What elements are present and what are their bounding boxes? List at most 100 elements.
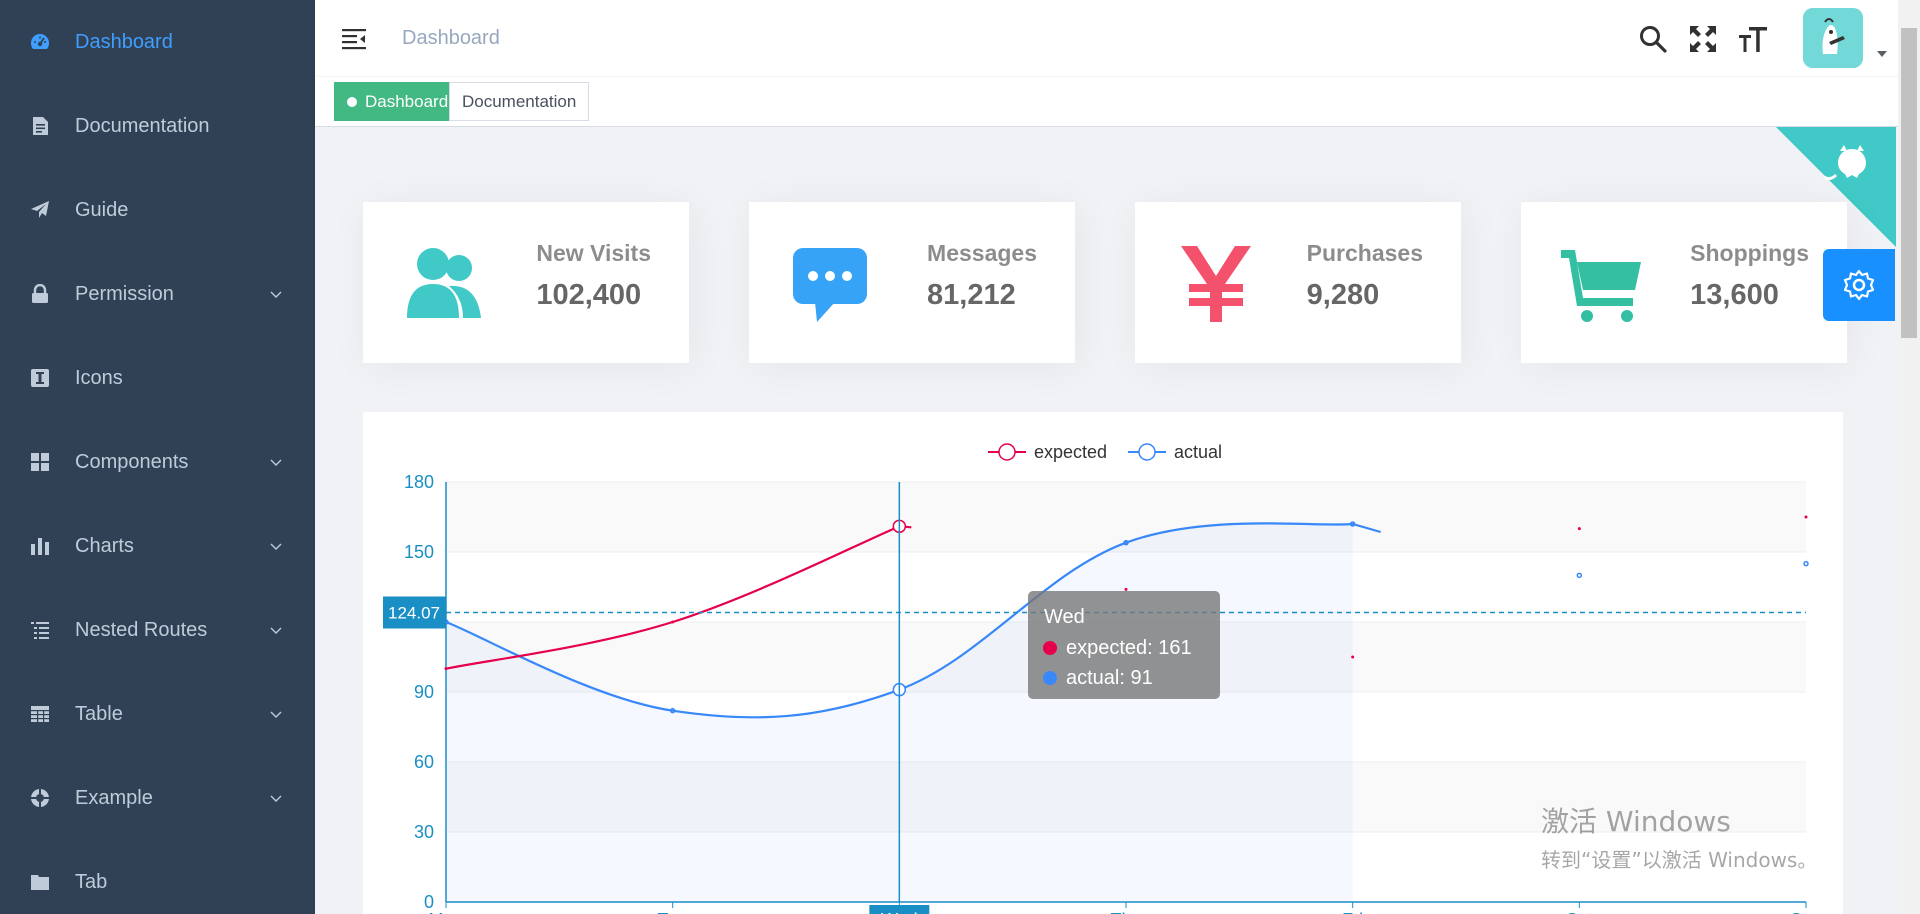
x-tick-label: Fri: [1342, 910, 1363, 914]
y-tick-label: 180: [404, 472, 434, 492]
legend-item-expected[interactable]: expected: [988, 442, 1107, 462]
chevron-down-icon: [270, 795, 282, 802]
card-title: Purchases: [1306, 240, 1423, 266]
card-text: Messages 81,212: [927, 240, 1037, 312]
windows-activation-watermark: 激活 Windows 转到“设置”以激活 Windows。: [1541, 800, 1817, 873]
y-tick-label: 60: [414, 752, 434, 772]
tooltip-row: actual: 91: [1066, 667, 1153, 689]
card-value: 102,400: [536, 279, 642, 311]
card-text: Shoppings 13,600: [1690, 240, 1809, 312]
sidebar-item-icons[interactable]: Icons: [0, 336, 315, 420]
app-root: Dashboard Documentation Guide Permission Ico…: [0, 0, 1920, 914]
expected-point: [671, 620, 675, 624]
tooltip-row: expected: 161: [1066, 637, 1192, 659]
tag-dashboard[interactable]: Dashboard: [334, 82, 462, 121]
sidebar-item-documentation[interactable]: Documentation: [0, 84, 315, 168]
tab-icon: [30, 872, 50, 892]
tag-label: Documentation: [462, 91, 577, 111]
component-icon: [30, 452, 50, 472]
y-tick-label: 150: [404, 542, 434, 562]
chevron-down-icon: [270, 459, 282, 466]
sidebar-item-example[interactable]: Example: [0, 756, 315, 840]
card-title: New Visits: [536, 240, 651, 266]
avatar-caret-icon[interactable]: [1876, 50, 1888, 58]
card-title: Shoppings: [1690, 240, 1809, 266]
card-title: Messages: [927, 240, 1037, 266]
sidebar-item-table[interactable]: Table: [0, 672, 315, 756]
tooltip-marker: [1043, 641, 1057, 655]
legend-label: actual: [1174, 442, 1222, 462]
tag-documentation[interactable]: Documentation: [449, 82, 590, 121]
table-icon: [30, 704, 50, 724]
scrollbar[interactable]: [1898, 0, 1920, 914]
scrollbar-thumb[interactable]: [1901, 28, 1917, 338]
lock-icon: [30, 284, 50, 304]
sidebar-item-components[interactable]: Components: [0, 420, 315, 504]
chart-icon: [30, 536, 50, 556]
card-messages[interactable]: Messages 81,212: [749, 202, 1075, 363]
sidebar-item-label: Example: [75, 786, 153, 809]
gear-icon: [1843, 269, 1875, 301]
right-menu: [1620, 0, 1920, 77]
search-icon[interactable]: [1638, 24, 1668, 54]
y-tick-label: 30: [414, 822, 434, 842]
active-dot: [347, 96, 357, 107]
card-value: 81,212: [927, 279, 1016, 311]
chevron-down-icon: [270, 291, 282, 298]
card-new-visits[interactable]: New Visits 102,400: [363, 202, 689, 363]
tag-label: Dashboard: [365, 91, 449, 111]
nested-icon: [30, 620, 50, 640]
avatar[interactable]: [1803, 8, 1863, 68]
size-icon[interactable]: [1738, 24, 1768, 54]
sidebar-item-guide[interactable]: Guide: [0, 168, 315, 252]
sidebar-item-dashboard[interactable]: Dashboard: [0, 0, 315, 84]
dashboard-content: New Visits 102,400 Messages 81,212 Purchases…: [315, 127, 1920, 914]
legend-marker: [998, 443, 1016, 461]
sidebar-item-label: Guide: [75, 198, 129, 221]
x-tick-label: Tue: [657, 910, 687, 914]
money-icon: [1173, 240, 1259, 326]
watermark-line2: 转到“设置”以激活 Windows。: [1541, 848, 1818, 872]
sidebar-item-label: Charts: [75, 534, 134, 557]
card-value: 13,600: [1690, 279, 1779, 311]
main-container: Dashboard Dashboard Documentation New Vi…: [315, 0, 1920, 914]
settings-button[interactable]: [1823, 249, 1895, 321]
guide-icon: [30, 200, 50, 220]
expected-point: [1351, 655, 1355, 659]
sidebar: Dashboard Documentation Guide Permission Ico…: [0, 0, 315, 914]
sidebar-item-nested-routes[interactable]: Nested Routes: [0, 588, 315, 672]
sidebar-item-charts[interactable]: Charts: [0, 504, 315, 588]
breadcrumb: Dashboard: [402, 27, 500, 49]
watermark-line1: 激活 Windows: [1541, 805, 1731, 838]
y-axis-pointer-label: 124.07: [388, 604, 440, 623]
card-shoppings[interactable]: Shoppings 13,600: [1521, 202, 1847, 363]
dashboard-icon: [30, 32, 50, 52]
icon-icon: [30, 368, 50, 388]
peoples-icon: [401, 240, 487, 326]
x-tick-label: Sat: [1566, 910, 1593, 914]
card-purchases[interactable]: Purchases 9,280: [1135, 202, 1461, 363]
avatar-image: [1803, 8, 1863, 68]
sidebar-item-permission[interactable]: Permission: [0, 252, 315, 336]
legend-label: expected: [1034, 442, 1107, 462]
tooltip-title: Wed: [1044, 606, 1085, 628]
sidebar-item-label: Dashboard: [75, 30, 173, 53]
legend-marker: [1138, 443, 1156, 461]
tags-view: Dashboard Documentation: [315, 77, 1920, 127]
navbar: Dashboard: [315, 0, 1920, 77]
x-tick-label: Sun: [1790, 910, 1822, 914]
sidebar-item-label: Tab: [75, 870, 108, 893]
x-tick-label: Wed: [881, 910, 918, 914]
legend-item-actual[interactable]: actual: [1128, 442, 1222, 462]
y-tick-label: 90: [414, 682, 434, 702]
documentation-icon: [30, 116, 50, 136]
fullscreen-icon[interactable]: [1688, 24, 1718, 54]
chevron-down-icon: [270, 543, 282, 550]
hamburger-icon[interactable]: [341, 26, 367, 52]
sidebar-item-tab[interactable]: Tab: [0, 840, 315, 914]
card-value: 9,280: [1306, 279, 1380, 311]
x-tick-label: Thu: [1110, 910, 1141, 914]
sidebar-item-label: Documentation: [75, 114, 210, 137]
sidebar-item-label: Icons: [75, 366, 123, 389]
card-text: New Visits 102,400: [536, 240, 651, 312]
